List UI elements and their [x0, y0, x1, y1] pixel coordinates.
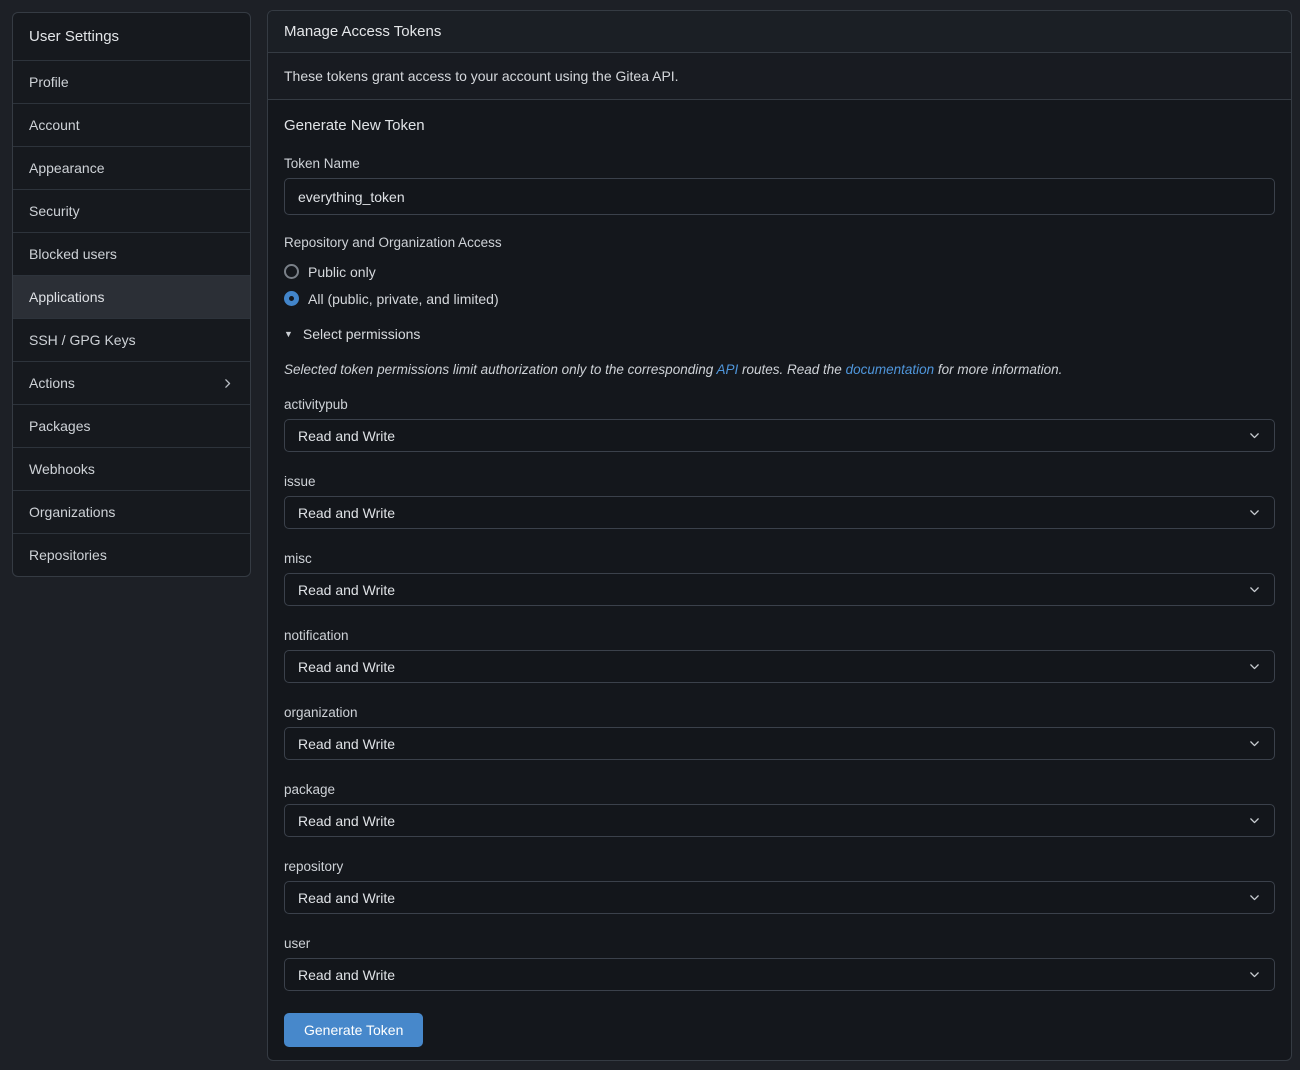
permission-group: activitypub Read and Write	[284, 397, 1275, 452]
permission-group: user Read and Write	[284, 936, 1275, 991]
manage-tokens-panel: Manage Access Tokens These tokens grant …	[267, 10, 1292, 1061]
section-title: Generate New Token	[284, 117, 1275, 134]
permission-select-organization[interactable]: Read and Write	[284, 727, 1275, 760]
chevron-down-icon	[1248, 891, 1261, 904]
permission-name-label: misc	[284, 551, 1275, 566]
sidebar-title: User Settings	[13, 13, 250, 60]
user-settings-page: User Settings Profile Account Appearance…	[0, 0, 1300, 1070]
permissions-list: activitypub Read and Write issue Read an…	[284, 397, 1275, 991]
select-permissions-label: Select permissions	[303, 326, 421, 342]
permission-select-value: Read and Write	[298, 428, 395, 444]
radio-option-label: Public only	[308, 264, 376, 280]
caret-down-icon: ▼	[284, 329, 293, 339]
note-text: for more information.	[934, 362, 1062, 377]
sidebar-item-label: Profile	[29, 74, 69, 90]
permission-name-label: user	[284, 936, 1275, 951]
sidebar-item-actions[interactable]: Actions	[13, 361, 250, 404]
sidebar-item-label: Blocked users	[29, 246, 117, 262]
sidebar-items: Profile Account Appearance Security Bloc…	[13, 60, 250, 576]
permission-name-label: package	[284, 782, 1275, 797]
permission-select-repository[interactable]: Read and Write	[284, 881, 1275, 914]
permission-select-package[interactable]: Read and Write	[284, 804, 1275, 837]
permission-select-value: Read and Write	[298, 659, 395, 675]
sidebar-item-label: Account	[29, 117, 80, 133]
sidebar-item-label: Organizations	[29, 504, 115, 520]
chevron-down-icon	[1248, 660, 1261, 673]
permission-select-issue[interactable]: Read and Write	[284, 496, 1275, 529]
permission-select-value: Read and Write	[298, 505, 395, 521]
note-text: Selected token permissions limit authori…	[284, 362, 716, 377]
generate-token-button[interactable]: Generate Token	[284, 1013, 423, 1047]
chevron-down-icon	[1248, 814, 1261, 827]
sidebar-item-profile[interactable]: Profile	[13, 60, 250, 103]
token-name-label: Token Name	[284, 156, 1275, 171]
access-radio-option[interactable]: All (public, private, and limited)	[284, 287, 1275, 310]
permission-name-label: activitypub	[284, 397, 1275, 412]
permission-select-value: Read and Write	[298, 582, 395, 598]
chevron-down-icon	[1248, 737, 1261, 750]
panel-title: Manage Access Tokens	[268, 11, 1291, 53]
radio-option-label: All (public, private, and limited)	[308, 291, 499, 307]
permission-group: misc Read and Write	[284, 551, 1275, 606]
documentation-link[interactable]: documentation	[846, 362, 935, 377]
sidebar-item-label: Webhooks	[29, 461, 95, 477]
token-name-input[interactable]	[284, 178, 1275, 215]
chevron-down-icon	[1248, 506, 1261, 519]
sidebar-item-label: Security	[29, 203, 80, 219]
note-text: routes. Read the	[738, 362, 845, 377]
sidebar-item-label: Repositories	[29, 547, 107, 563]
permission-select-value: Read and Write	[298, 736, 395, 752]
permission-group: repository Read and Write	[284, 859, 1275, 914]
sidebar-item-blocked-users[interactable]: Blocked users	[13, 232, 250, 275]
permission-group: organization Read and Write	[284, 705, 1275, 760]
permission-select-value: Read and Write	[298, 967, 395, 983]
sidebar-item-label: Packages	[29, 418, 90, 434]
permission-select-value: Read and Write	[298, 813, 395, 829]
generate-token-form: Generate New Token Token Name Repository…	[268, 100, 1291, 1060]
sidebar-item-label: Applications	[29, 289, 105, 305]
sidebar-item-repositories[interactable]: Repositories	[13, 533, 250, 576]
sidebar-item-label: Actions	[29, 375, 75, 391]
settings-sidebar-menu: User Settings Profile Account Appearance…	[12, 12, 251, 577]
permission-select-notification[interactable]: Read and Write	[284, 650, 1275, 683]
permission-group: notification Read and Write	[284, 628, 1275, 683]
access-radio-option[interactable]: Public only	[284, 260, 1275, 283]
permissions-note: Selected token permissions limit authori…	[284, 362, 1275, 377]
permission-group: issue Read and Write	[284, 474, 1275, 529]
permission-group: package Read and Write	[284, 782, 1275, 837]
sidebar-item-webhooks[interactable]: Webhooks	[13, 447, 250, 490]
access-options: Public only All (public, private, and li…	[284, 260, 1275, 310]
chevron-down-icon	[1248, 429, 1261, 442]
access-label: Repository and Organization Access	[284, 235, 1275, 250]
radio-icon	[284, 291, 299, 306]
sidebar-item-appearance[interactable]: Appearance	[13, 146, 250, 189]
permission-select-activitypub[interactable]: Read and Write	[284, 419, 1275, 452]
chevron-down-icon	[1248, 583, 1261, 596]
sidebar-item-security[interactable]: Security	[13, 189, 250, 232]
permission-select-user[interactable]: Read and Write	[284, 958, 1275, 991]
permission-select-value: Read and Write	[298, 890, 395, 906]
chevron-down-icon	[1248, 968, 1261, 981]
sidebar-item-label: SSH / GPG Keys	[29, 332, 136, 348]
sidebar-item-ssh-gpg-keys[interactable]: SSH / GPG Keys	[13, 318, 250, 361]
sidebar-item-organizations[interactable]: Organizations	[13, 490, 250, 533]
sidebar-item-label: Appearance	[29, 160, 105, 176]
permission-select-misc[interactable]: Read and Write	[284, 573, 1275, 606]
permission-name-label: repository	[284, 859, 1275, 874]
api-link[interactable]: API	[716, 362, 738, 377]
permission-name-label: organization	[284, 705, 1275, 720]
permission-name-label: issue	[284, 474, 1275, 489]
select-permissions-toggle[interactable]: ▼ Select permissions	[284, 326, 1275, 342]
sidebar-item-applications[interactable]: Applications	[13, 275, 250, 318]
radio-icon	[284, 264, 299, 279]
sidebar-item-packages[interactable]: Packages	[13, 404, 250, 447]
panel-description: These tokens grant access to your accoun…	[268, 53, 1291, 100]
permission-name-label: notification	[284, 628, 1275, 643]
sidebar-item-account[interactable]: Account	[13, 103, 250, 146]
chevron-right-icon	[221, 377, 234, 390]
